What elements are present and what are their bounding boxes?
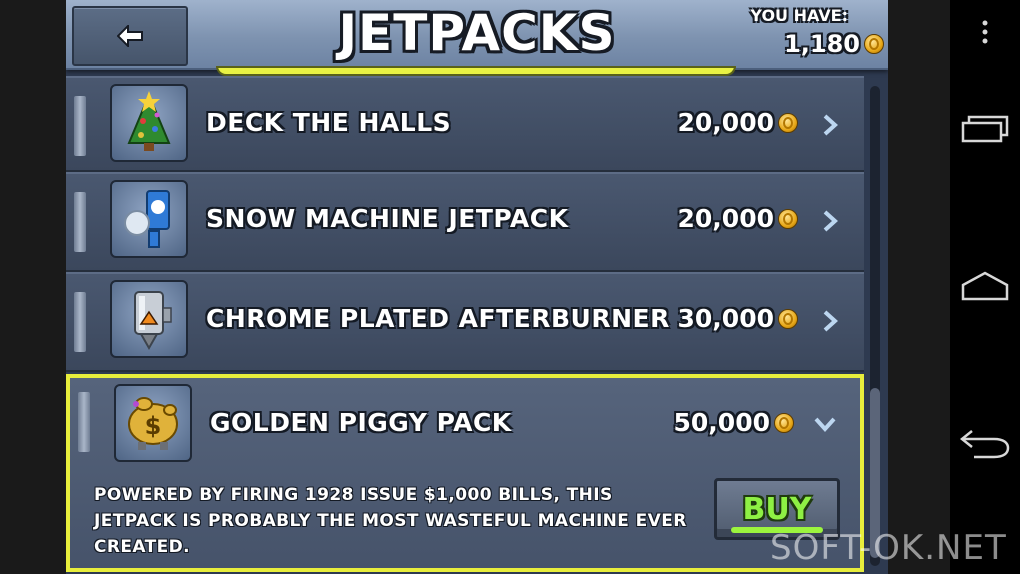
item-name: CHROME PLATED AFTERBURNER: [206, 304, 670, 333]
back-arrow-icon: [960, 430, 1010, 459]
item-price-value: 30,000: [677, 304, 774, 333]
item-price: 20,000: [678, 204, 798, 233]
christmas-tree-icon: [110, 84, 188, 162]
row-handle: [74, 96, 86, 156]
coin-balance: 1,180: [784, 30, 884, 58]
coin-icon: [774, 412, 794, 433]
jetpack-shop-screen: JETPACKS YOU HAVE: 1,180 DECK THE HALLS …: [66, 0, 888, 574]
list-item[interactable]: DECK THE HALLS 20,000: [66, 76, 864, 172]
coin-icon: [778, 208, 798, 229]
android-nav-bar: [950, 0, 1020, 574]
item-name: DECK THE HALLS: [206, 108, 452, 137]
home-icon: [961, 271, 1009, 301]
recents-icon: [961, 115, 1009, 143]
item-description: POWERED BY FIRING 1928 ISSUE $1,000 BILL…: [94, 485, 687, 557]
coin-icon: [864, 34, 884, 54]
list-item[interactable]: CHROME PLATED AFTERBURNER 30,000: [66, 272, 864, 372]
overflow-menu-icon: [982, 20, 988, 44]
header-bar: JETPACKS YOU HAVE: 1,180: [66, 0, 888, 70]
chevron-down-icon: [814, 417, 836, 432]
menu-button[interactable]: [950, 2, 1020, 62]
left-letterbox: [0, 0, 66, 574]
home-button[interactable]: [950, 256, 1020, 316]
chevron-right-icon: [823, 114, 838, 136]
item-price-value: 50,000: [673, 408, 770, 437]
row-handle: [74, 192, 86, 252]
watermark: SOFT-OK.NET: [770, 528, 1007, 568]
you-have-label: YOU HAVE:: [750, 6, 848, 25]
item-price: 50,000: [674, 408, 794, 437]
header-accent-bar: [216, 66, 736, 76]
coin-balance-value: 1,180: [784, 30, 860, 58]
item-name: SNOW MACHINE JETPACK: [206, 204, 569, 233]
list-item[interactable]: SNOW MACHINE JETPACK 20,000: [66, 172, 864, 272]
svg-text:$: $: [145, 412, 162, 440]
item-price-value: 20,000: [677, 204, 774, 233]
system-back-button[interactable]: [950, 414, 1020, 474]
row-handle: [78, 392, 90, 452]
jetpack-list: DECK THE HALLS 20,000 SNOW MACHINE JETPA…: [66, 76, 866, 574]
scrollbar-track[interactable]: [870, 86, 880, 566]
buy-button-label: BUY: [742, 491, 812, 527]
right-letterbox: [888, 0, 950, 574]
item-price-value: 20,000: [677, 108, 774, 137]
item-price: 30,000: [678, 304, 798, 333]
coin-icon: [778, 308, 798, 329]
recents-button[interactable]: [950, 98, 1020, 158]
row-handle: [74, 292, 86, 352]
golden-piggy-icon: $: [114, 384, 192, 462]
coin-icon: [778, 112, 798, 133]
chevron-right-icon: [823, 310, 838, 332]
list-item-expanded[interactable]: $ GOLDEN PIGGY PACK 50,000 POWERED BY FI…: [66, 374, 864, 572]
chrome-afterburner-icon: [110, 280, 188, 358]
chevron-right-icon: [823, 210, 838, 232]
snow-machine-icon: [110, 180, 188, 258]
item-name: GOLDEN PIGGY PACK: [210, 408, 512, 437]
item-price: 20,000: [678, 108, 798, 137]
